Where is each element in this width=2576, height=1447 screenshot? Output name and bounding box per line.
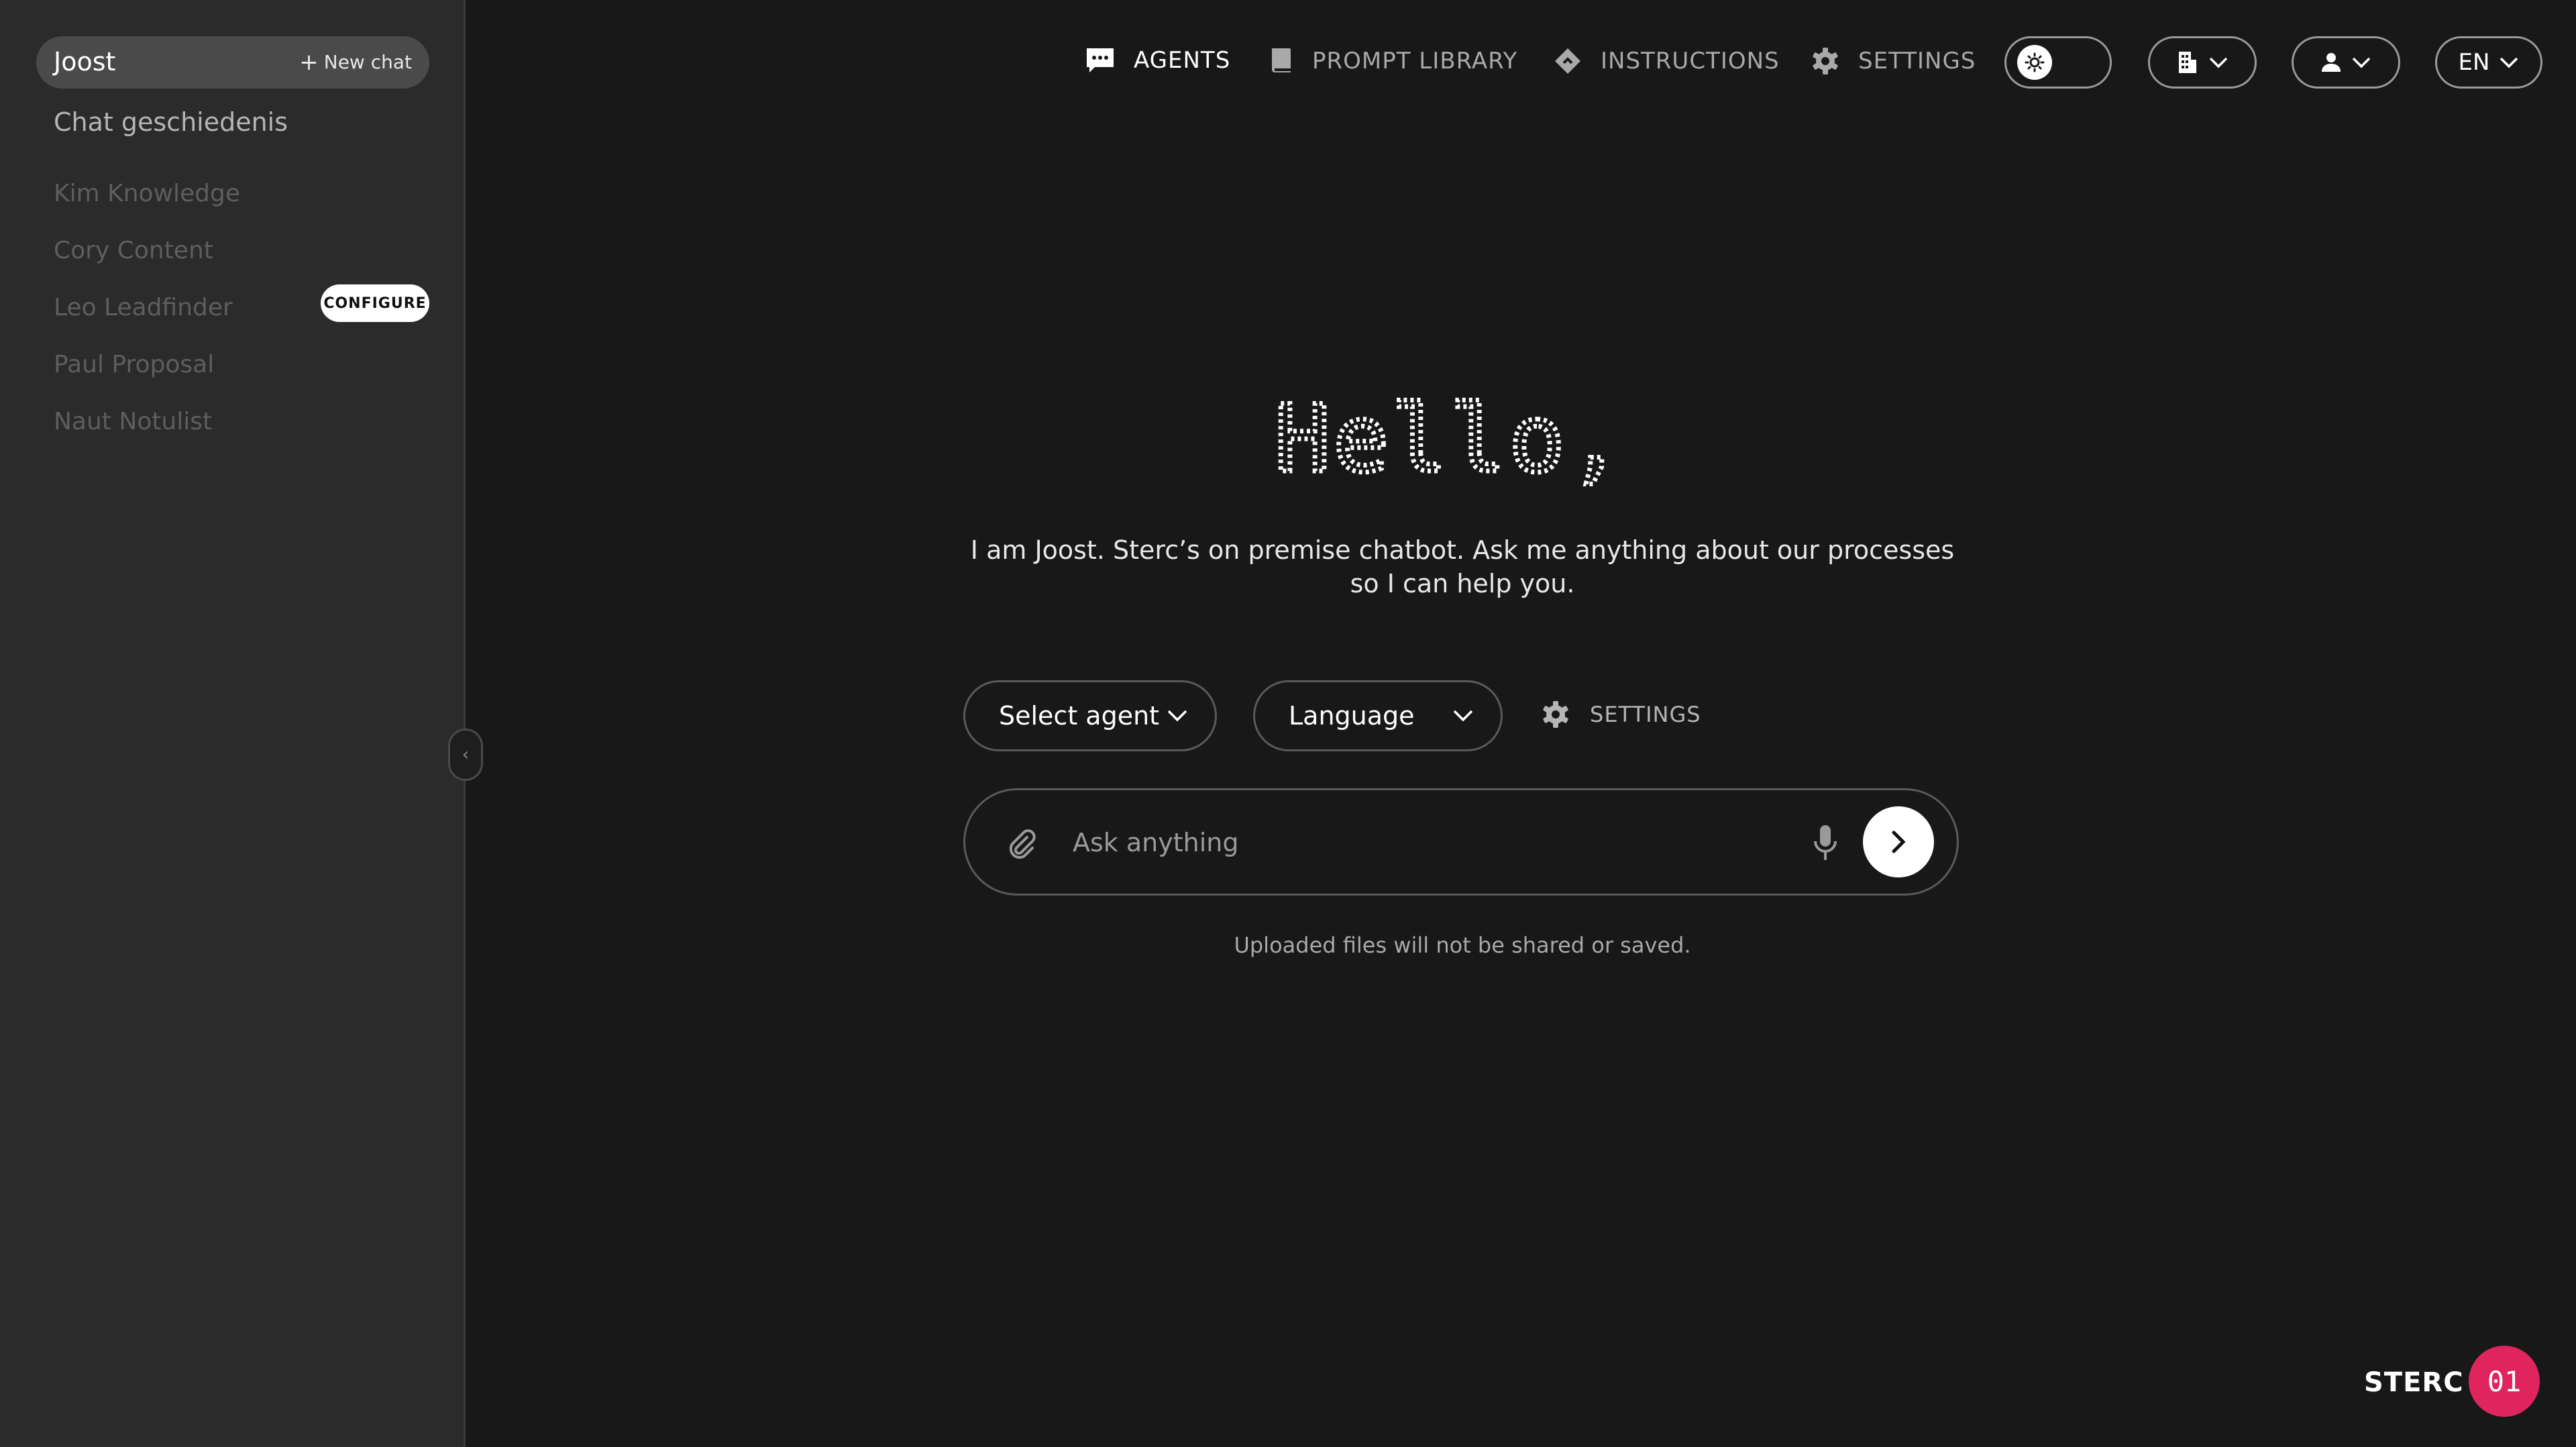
- active-chat-item[interactable]: Joost + New chat: [36, 36, 429, 89]
- arrow-right-icon: [1892, 830, 1906, 853]
- chat-icon: [1087, 48, 1114, 72]
- sun-icon: [2025, 52, 2045, 72]
- nav-agents[interactable]: AGENTS: [1085, 47, 1230, 74]
- book-icon: [1272, 48, 1291, 72]
- active-chat-title: Joost: [54, 47, 116, 76]
- chevron-left-icon: ‹: [462, 745, 470, 765]
- paperclip-icon[interactable]: [1006, 828, 1038, 860]
- sidebar-agent-naut[interactable]: Naut Notulist: [54, 408, 212, 435]
- language-code: EN: [2458, 49, 2490, 76]
- chat-input[interactable]: [1071, 817, 1742, 868]
- select-agent-label: Select agent: [999, 701, 1160, 731]
- nav-prompt-library[interactable]: PROMPT LIBRARY: [1269, 47, 1517, 75]
- theme-knob: [2017, 45, 2052, 80]
- nav-instructions[interactable]: INSTRUCTIONS: [1554, 47, 1780, 75]
- sidebar-agent-leo[interactable]: Leo Leadfinder: [54, 294, 233, 321]
- intro-text: I am Joost. Sterc’s on premise chatbot. …: [926, 533, 1999, 600]
- sidebar-agent-paul[interactable]: Paul Proposal: [54, 351, 214, 378]
- configure-button[interactable]: CONFIGURE: [321, 284, 429, 322]
- greeting-heading: Hello,: [1275, 396, 1623, 496]
- chevron-down-icon: [2500, 57, 2518, 68]
- nav-prompt-library-label: PROMPT LIBRARY: [1312, 48, 1518, 74]
- select-agent-dropdown[interactable]: Select agent: [963, 680, 1217, 751]
- nav-settings-label: SETTINGS: [1858, 48, 1976, 74]
- sidebar-agent-cory[interactable]: Cory Content: [54, 237, 213, 264]
- language-dropdown[interactable]: Language: [1253, 680, 1503, 751]
- sidebar-agent-kim[interactable]: Kim Knowledge: [54, 180, 240, 207]
- sidebar-collapse-button[interactable]: ‹: [448, 729, 483, 781]
- theme-toggle[interactable]: [2004, 36, 2112, 89]
- new-chat-label: New chat: [323, 51, 412, 73]
- brand-logo-text: STERC: [2364, 1367, 2464, 1398]
- building-icon: [2179, 52, 2196, 73]
- chevron-down-icon: [1453, 710, 1473, 722]
- user-icon: [2322, 53, 2341, 72]
- chat-input-bar: [963, 788, 1959, 896]
- intro-line-2: so I can help you.: [1350, 569, 1575, 598]
- microphone-icon[interactable]: [1812, 824, 1839, 864]
- greeting-text: Hello,: [1275, 396, 1623, 493]
- chevron-down-icon: [2209, 57, 2228, 68]
- chat-settings-button[interactable]: SETTINGS: [1542, 700, 1701, 729]
- chat-settings-label: SETTINGS: [1590, 702, 1701, 727]
- new-chat-button[interactable]: + New chat: [299, 48, 412, 76]
- sidebar: Joost + New chat Chat geschiedenis Kim K…: [0, 0, 466, 1447]
- organization-dropdown[interactable]: [2148, 36, 2257, 89]
- language-dropdown-label: Language: [1289, 701, 1415, 731]
- gear-icon: [1813, 48, 1838, 74]
- nav-instructions-label: INSTRUCTIONS: [1601, 48, 1780, 74]
- brand-badge: 01: [2469, 1346, 2540, 1417]
- nav-agents-label: AGENTS: [1134, 47, 1231, 74]
- intro-line-1: I am Joost. Sterc’s on premise chatbot. …: [970, 535, 1955, 565]
- chat-history-link[interactable]: Chat geschiedenis: [54, 107, 288, 137]
- send-button[interactable]: [1863, 806, 1934, 877]
- plus-icon: +: [299, 48, 319, 76]
- chevron-down-icon: [1167, 710, 1187, 722]
- diamond-icon: [1555, 48, 1580, 74]
- chevron-down-icon: [2352, 57, 2371, 68]
- user-dropdown[interactable]: [2292, 36, 2400, 89]
- nav-settings[interactable]: SETTINGS: [1811, 47, 1976, 75]
- upload-disclaimer: Uploaded files will not be shared or sav…: [1234, 932, 1691, 958]
- gear-icon: [1543, 701, 1568, 728]
- language-switcher[interactable]: EN: [2435, 36, 2542, 89]
